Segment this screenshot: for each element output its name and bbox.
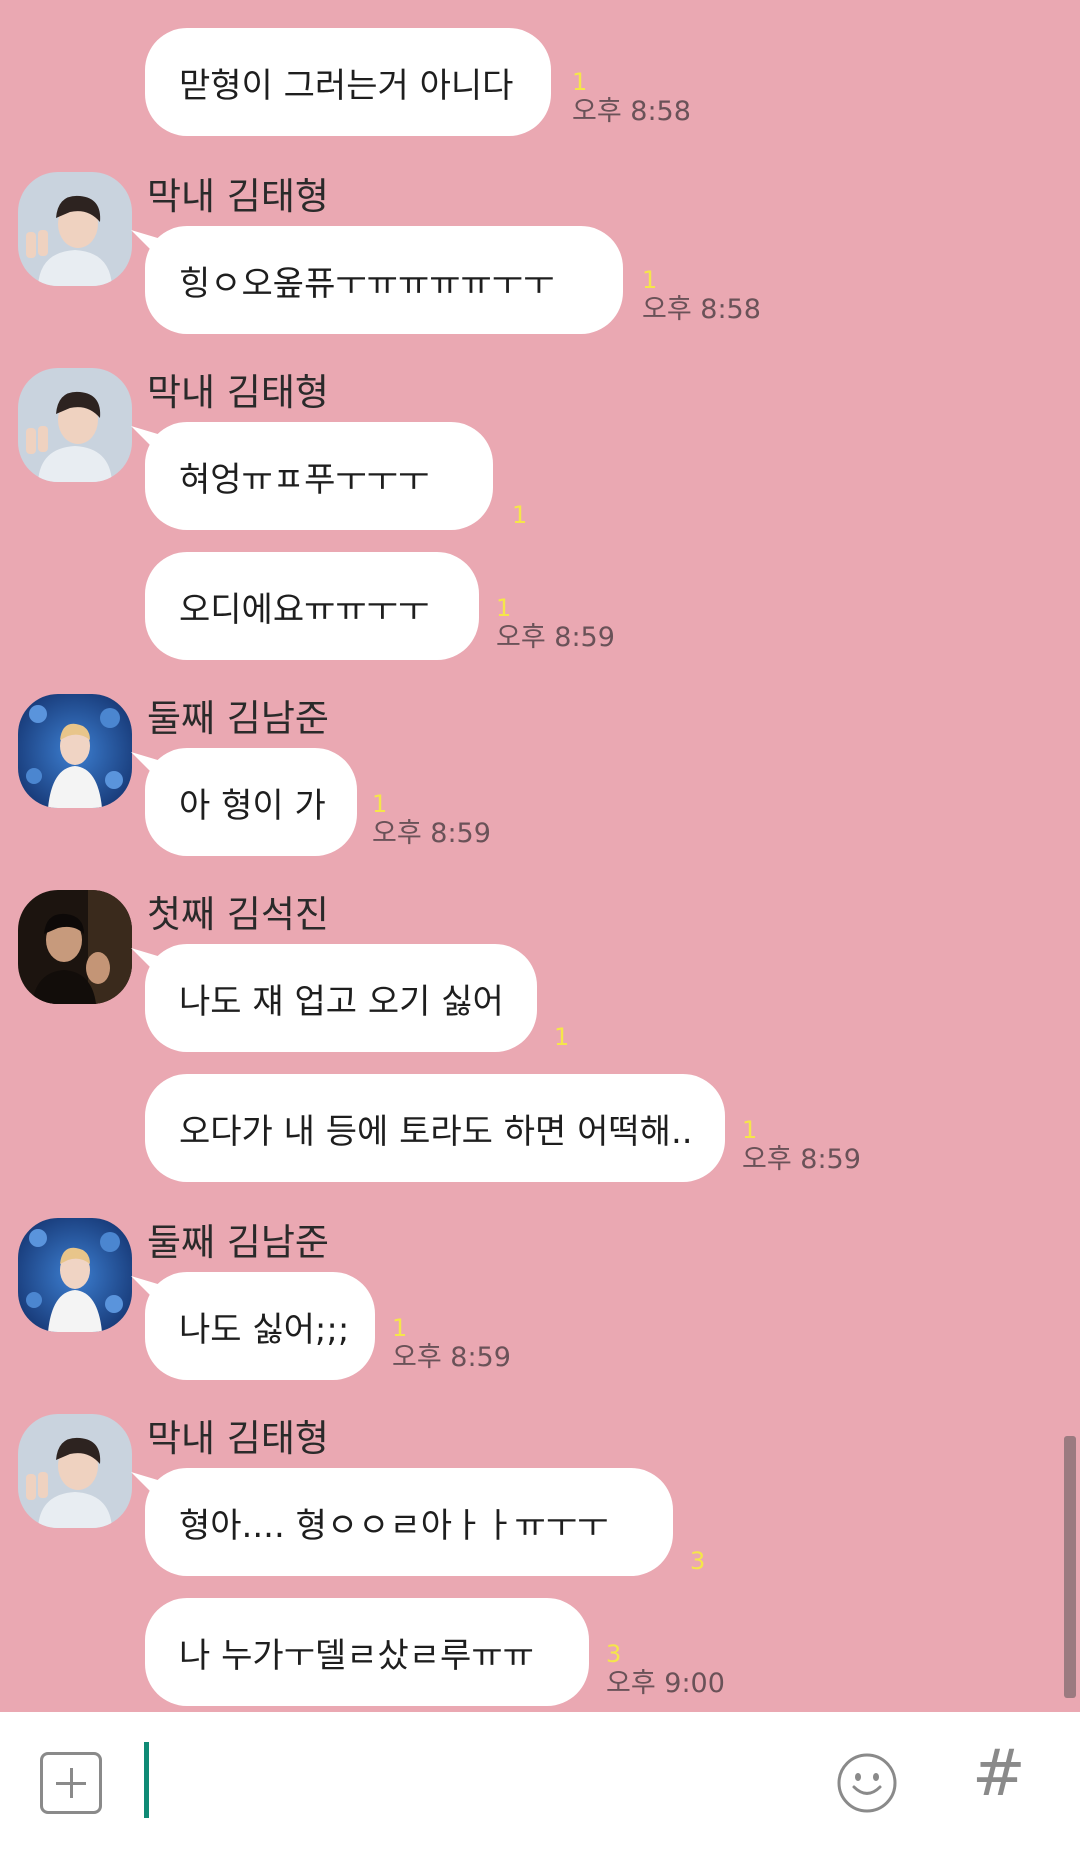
message-text: 아 형이 가 — [179, 785, 326, 826]
message-text: 나도 쟤 업고 오기 싫어 — [179, 981, 504, 1022]
message-meta: 1 오후 8:58 — [572, 70, 691, 125]
message-bubble[interactable]: 나도 쟤 업고 오기 싫어 — [145, 944, 537, 1052]
message-bubble[interactable]: 아 형이 가 — [145, 748, 357, 856]
sender-name: 막내 김태형 — [147, 371, 329, 414]
message-text: 나 누가ㅜ델ㄹ샀ㄹ루ㅠㅠ — [179, 1635, 534, 1676]
message-meta: 1 오후 8:59 — [372, 792, 491, 847]
message-bubble[interactable]: 혀엉ㅠㅍ푸ㅜㅜㅜ — [145, 422, 493, 530]
message-text: 오디에요ㅠㅠㅜㅜ — [179, 589, 430, 630]
profile-photo-icon — [18, 890, 132, 1004]
message-text: 힝ㅇ오옾퓨ㅜㅠㅠㅠㅠㅜㅜ — [179, 263, 555, 304]
sender-name: 첫째 김석진 — [147, 893, 329, 936]
message-bubble[interactable]: 형아.... 형ㅇㅇㄹ아ㅏㅏㅠㅜㅜ — [145, 1468, 673, 1576]
message-time: 오후 8:58 — [572, 96, 691, 127]
smiley-icon — [837, 1753, 897, 1813]
emoji-button[interactable] — [836, 1752, 898, 1814]
message-time: 오후 8:58 — [642, 294, 761, 325]
unread-count: 1 — [496, 594, 512, 622]
avatar-namjoon[interactable] — [18, 694, 132, 808]
message-bubble[interactable]: 맏형이 그러는거 아니다 — [145, 28, 551, 136]
unread-count: 3 — [690, 1547, 706, 1575]
message-meta: 1 오후 8:58 — [642, 268, 761, 323]
message-time: 오후 8:59 — [742, 1144, 861, 1175]
unread-count: 1 — [742, 1116, 758, 1144]
message-text: 혀엉ㅠㅍ푸ㅜㅜㅜ — [179, 459, 430, 500]
unread-count: 3 — [606, 1640, 622, 1668]
message-text: 나도 싫어;;; — [179, 1309, 350, 1350]
scrollbar[interactable] — [1064, 1436, 1076, 1698]
message-meta: 1 오후 8:59 — [392, 1316, 511, 1371]
message-meta: 1 오후 8:59 — [496, 596, 615, 651]
message-input-bar: # — [0, 1712, 1080, 1858]
unread-count: 1 — [392, 1314, 408, 1342]
message-time: 오후 9:00 — [606, 1668, 725, 1699]
unread-count: 1 — [554, 1023, 570, 1051]
message-time: 오후 8:59 — [372, 818, 491, 849]
message-text: 형아.... 형ㅇㅇㄹ아ㅏㅏㅠㅜㅜ — [179, 1505, 609, 1546]
sender-name: 막내 김태형 — [147, 175, 329, 218]
profile-photo-icon — [18, 368, 132, 482]
message-bubble[interactable]: 나도 싫어;;; — [145, 1272, 375, 1380]
sender-name: 막내 김태형 — [147, 1417, 329, 1460]
profile-photo-icon — [18, 1414, 132, 1528]
message-input[interactable] — [160, 1742, 804, 1824]
message-bubble[interactable]: 오다가 내 등에 토라도 하면 어떡해.. — [145, 1074, 725, 1182]
avatar-seokjin[interactable] — [18, 890, 132, 1004]
message-meta: 1 — [512, 503, 527, 527]
hashtag-button[interactable]: # — [972, 1742, 1026, 1806]
message-meta: 1 — [554, 1025, 569, 1049]
message-meta: 3 오후 9:00 — [606, 1642, 725, 1697]
profile-photo-icon — [18, 694, 132, 808]
message-time: 오후 8:59 — [392, 1342, 511, 1373]
avatar-taehyung[interactable] — [18, 1414, 132, 1528]
chat-area[interactable]: 맏형이 그러는거 아니다 1 오후 8:58 막내 김태형 힝ㅇ오옾퓨ㅜㅠㅠㅠㅠ… — [0, 0, 1080, 1712]
message-time: 오후 8:59 — [496, 622, 615, 653]
unread-count: 1 — [512, 501, 528, 529]
message-meta: 3 — [690, 1549, 705, 1573]
message-bubble[interactable]: 힝ㅇ오옾퓨ㅜㅠㅠㅠㅠㅜㅜ — [145, 226, 623, 334]
unread-count: 1 — [572, 68, 588, 96]
unread-count: 1 — [642, 266, 658, 294]
text-cursor — [144, 1742, 149, 1818]
message-text: 맏형이 그러는거 아니다 — [179, 65, 514, 106]
hashtag-icon: # — [972, 1737, 1026, 1811]
message-bubble[interactable]: 나 누가ㅜ델ㄹ샀ㄹ루ㅠㅠ — [145, 1598, 589, 1706]
avatar-taehyung[interactable] — [18, 172, 132, 286]
sender-name: 둘째 김남준 — [147, 1221, 329, 1264]
profile-photo-icon — [18, 172, 132, 286]
message-text: 오다가 내 등에 토라도 하면 어떡해.. — [179, 1111, 693, 1152]
avatar-taehyung[interactable] — [18, 368, 132, 482]
attach-button[interactable] — [40, 1752, 102, 1814]
avatar-namjoon[interactable] — [18, 1218, 132, 1332]
sender-name: 둘째 김남준 — [147, 697, 329, 740]
unread-count: 1 — [372, 790, 388, 818]
profile-photo-icon — [18, 1218, 132, 1332]
message-meta: 1 오후 8:59 — [742, 1118, 861, 1173]
message-bubble[interactable]: 오디에요ㅠㅠㅜㅜ — [145, 552, 479, 660]
